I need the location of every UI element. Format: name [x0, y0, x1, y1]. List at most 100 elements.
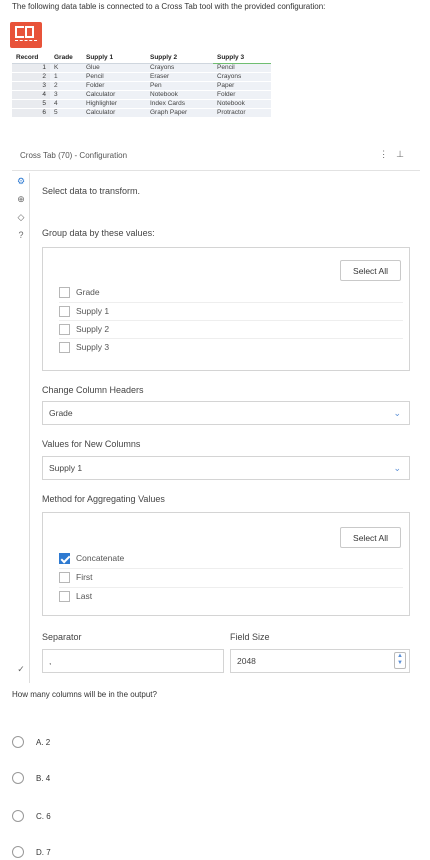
row-divider [59, 568, 403, 569]
option-label: A. 2 [36, 737, 51, 747]
row-divider [59, 338, 403, 339]
cell-grade: 5 [50, 108, 82, 118]
cell-record: 3 [12, 81, 50, 91]
dropdown-value: Supply 1 [49, 463, 83, 473]
cell-supply-1: Highlighter [82, 99, 146, 109]
checkbox-label: Supply 1 [76, 306, 110, 316]
radio-button[interactable] [12, 810, 24, 822]
radio-button[interactable] [12, 846, 24, 858]
cell-supply-1: Folder [82, 81, 146, 91]
select-all-button[interactable]: Select All [340, 260, 401, 281]
method-box: Select All Concatenate First Last [42, 512, 410, 616]
option-b[interactable]: B. 4 [12, 772, 50, 784]
values-dropdown[interactable]: Supply 1 ⌄ [42, 456, 410, 480]
chevron-down-icon[interactable]: ⌄ [393, 402, 401, 424]
question-text: How many columns will be in the output? [12, 690, 157, 699]
table-header-row: Record Grade Supply 1 Supply 2 Supply 3 [12, 53, 271, 64]
checkbox-label: Supply 3 [76, 342, 110, 352]
table-row: 5 4 Highlighter Index Cards Notebook [12, 99, 271, 109]
checkbox-label: Grade [76, 287, 100, 297]
checkbox-box[interactable] [59, 571, 70, 583]
gear-icon[interactable]: ⚙ [15, 175, 27, 187]
config-panel-title: Cross Tab (70) - Configuration [20, 151, 128, 160]
radio-button[interactable] [12, 772, 24, 784]
cell-supply-2: Eraser [146, 72, 213, 82]
checkbox-concatenate[interactable]: Concatenate [59, 549, 124, 567]
cell-grade: 3 [50, 90, 82, 100]
check-circle-icon[interactable]: ✓ [15, 663, 27, 675]
config-sidebar: ⚙ ⊕ ◇ ? ✓ [12, 173, 30, 683]
checkbox-box[interactable] [59, 323, 70, 335]
cell-supply-1: Glue [82, 63, 146, 73]
header-grade: Grade [50, 53, 82, 64]
table-row: 2 1 Pencil Eraser Crayons [12, 72, 271, 82]
panel-header-icons: ⋮⊥ [379, 149, 412, 160]
cell-supply-3: Folder [213, 90, 271, 100]
header-record: Record [12, 53, 50, 64]
cell-supply-3: Notebook [213, 99, 271, 109]
checkbox-box[interactable] [59, 590, 70, 602]
pin-icon[interactable]: ⊥ [396, 149, 412, 159]
checkbox-label: Supply 2 [76, 324, 110, 334]
cell-supply-3: Pencil [213, 63, 271, 73]
option-d[interactable]: D. 7 [12, 846, 51, 858]
group-by-box: Select All Grade Supply 1 Supply 2 Suppl… [42, 247, 410, 371]
values-label: Values for New Columns [42, 439, 141, 449]
header-supply-2: Supply 2 [146, 53, 213, 64]
cross-tab-tool-icon [10, 22, 42, 48]
option-c[interactable]: C. 6 [12, 810, 51, 822]
separator-label: Separator [42, 632, 82, 642]
separator-input[interactable]: , [42, 649, 224, 673]
checkbox-box[interactable] [59, 286, 70, 298]
checkbox-box[interactable] [59, 305, 70, 317]
checkbox-first[interactable]: First [59, 568, 93, 586]
cell-grade: K [50, 63, 82, 73]
checkbox-box[interactable] [59, 341, 70, 353]
cell-supply-2: Notebook [146, 90, 213, 100]
intro-text: The following data table is connected to… [12, 2, 326, 11]
cell-supply-3: Protractor [213, 108, 271, 118]
cell-record: 5 [12, 99, 50, 109]
panel-divider [12, 170, 420, 171]
checkbox-last[interactable]: Last [59, 587, 92, 605]
table-row: 6 5 Calculator Graph Paper Protractor [12, 108, 271, 118]
cell-supply-3: Paper [213, 81, 271, 91]
table-row: 1 K Glue Crayons Pencil [12, 63, 271, 73]
checkbox-supply-2[interactable]: Supply 2 [59, 320, 109, 338]
row-divider [59, 302, 403, 303]
option-a[interactable]: A. 2 [12, 736, 50, 748]
cell-record: 4 [12, 90, 50, 100]
method-label: Method for Aggregating Values [42, 494, 165, 504]
cell-record: 2 [12, 72, 50, 82]
row-divider [59, 587, 403, 588]
radio-button[interactable] [12, 736, 24, 748]
cell-grade: 4 [50, 99, 82, 109]
help-icon[interactable]: ? [15, 229, 27, 241]
spinner-arrows-icon[interactable]: ▲ ▼ [394, 652, 406, 669]
header-supply-3: Supply 3 [213, 53, 271, 64]
checkbox-grade[interactable]: Grade [59, 283, 100, 301]
select-all-button[interactable]: Select All [340, 527, 401, 548]
checkbox-box-checked[interactable] [59, 552, 70, 564]
dropdown-value: Grade [49, 408, 73, 418]
cell-supply-2: Crayons [146, 63, 213, 73]
option-label: D. 7 [36, 847, 51, 857]
field-size-value: 2048 [237, 656, 256, 666]
change-headers-dropdown[interactable]: Grade ⌄ [42, 401, 410, 425]
cell-grade: 1 [50, 72, 82, 82]
header-supply-1: Supply 1 [82, 53, 146, 64]
field-size-input[interactable]: 2048 ▲ ▼ [230, 649, 410, 673]
more-options-icon[interactable]: ⋮ [379, 149, 396, 159]
group-by-label: Group data by these values: [42, 228, 155, 238]
checkbox-supply-1[interactable]: Supply 1 [59, 302, 109, 320]
checkbox-label: Concatenate [76, 553, 125, 563]
cell-grade: 2 [50, 81, 82, 91]
checkbox-supply-3[interactable]: Supply 3 [59, 338, 109, 356]
table-row: 4 3 Calculator Notebook Folder [12, 90, 271, 100]
input-data-table: Record Grade Supply 1 Supply 2 Supply 3 … [12, 53, 271, 118]
tag-icon[interactable]: ◇ [15, 211, 27, 223]
field-size-label: Field Size [230, 632, 270, 642]
change-headers-label: Change Column Headers [42, 385, 144, 395]
arrows-icon[interactable]: ⊕ [15, 193, 27, 205]
chevron-down-icon[interactable]: ⌄ [393, 457, 401, 479]
